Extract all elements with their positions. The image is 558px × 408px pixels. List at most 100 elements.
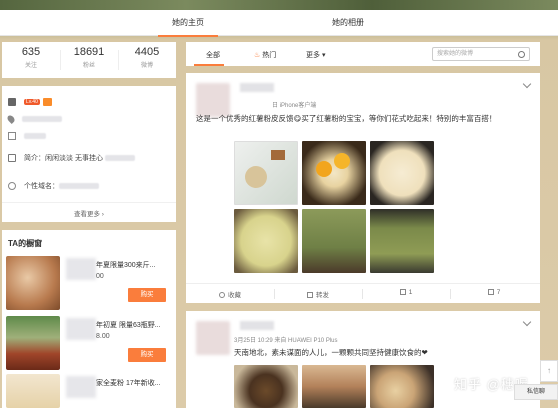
- post-image[interactable]: [234, 209, 298, 273]
- message-button[interactable]: 私信聊: [514, 384, 558, 400]
- shop-item[interactable]: 年夏限量300来斤... 00 购买: [6, 256, 172, 312]
- redacted-username[interactable]: [240, 321, 274, 330]
- chevron-down-icon[interactable]: [522, 79, 532, 89]
- level-badge[interactable]: Lv.40: [24, 99, 40, 105]
- post-image[interactable]: [234, 141, 298, 205]
- favorite-button[interactable]: 收藏: [186, 289, 274, 299]
- active-tab-indicator: [158, 35, 218, 37]
- scroll-to-top-button[interactable]: ↑: [540, 360, 558, 382]
- info-row-domain: 个性域名：: [8, 180, 99, 192]
- repost-label: 转发: [316, 292, 329, 299]
- cover-banner-strip: [0, 0, 558, 10]
- feed-tab-all[interactable]: 全部: [206, 50, 220, 60]
- post-actions: 收藏 转发 1 7: [186, 283, 540, 303]
- post-image[interactable]: [302, 209, 366, 273]
- tab-home[interactable]: 她的主页: [172, 17, 204, 28]
- like-button[interactable]: 7: [450, 289, 538, 296]
- redacted-text: [66, 258, 96, 280]
- intro-text: 闲闲淡淡 无事挂心: [45, 155, 103, 162]
- profile-tabbar: 她的主页 她的相册: [0, 10, 558, 37]
- stat-label: 关注: [24, 63, 37, 69]
- redacted-text: [66, 376, 96, 398]
- thumbs-up-icon: [487, 289, 494, 295]
- feed-tab-hot-label: 热门: [262, 52, 277, 59]
- search-placeholder: 搜索她的微博: [437, 51, 474, 57]
- buy-button[interactable]: 购买: [128, 348, 166, 362]
- link-icon: [8, 182, 16, 190]
- shop-item[interactable]: 家全麦粉 17年新收...: [6, 374, 172, 408]
- location-pin-icon: [6, 114, 16, 124]
- post-image[interactable]: [370, 365, 434, 408]
- product-name[interactable]: 年初夏 限量63瓶野...: [96, 320, 161, 330]
- like-count: 7: [496, 289, 501, 296]
- feed-tabbar: 全部 ♨ 热门 更多 ▾ 搜索她的微博: [186, 42, 540, 66]
- user-icon: [8, 98, 16, 106]
- divider: [2, 202, 176, 203]
- stat-following[interactable]: 635 关注: [2, 46, 60, 69]
- info-row-email: [8, 130, 46, 142]
- shop-item[interactable]: 年初夏 限量63瓶野... 8.00 购买: [6, 316, 172, 372]
- avatar[interactable]: [196, 83, 230, 117]
- repost-icon: [307, 292, 313, 298]
- feed-tab-hot[interactable]: ♨ 热门: [254, 50, 276, 60]
- shop-title: TA的橱窗: [8, 239, 43, 248]
- product-name[interactable]: 年夏限量300来斤...: [96, 260, 156, 270]
- stat-value: 635: [21, 46, 41, 58]
- redacted-text: [22, 116, 62, 122]
- document-icon: [8, 154, 16, 162]
- tab-album[interactable]: 她的相册: [332, 17, 364, 28]
- search-input[interactable]: 搜索她的微博: [432, 47, 530, 61]
- info-row-intro: 简介： 闲闲淡淡 无事挂心: [8, 152, 135, 164]
- post-meta[interactable]: 日 iPhone客户端: [272, 100, 316, 109]
- favorite-label: 收藏: [228, 292, 241, 299]
- stat-label: 微博: [140, 63, 153, 69]
- comment-button[interactable]: 1: [362, 289, 450, 296]
- active-feed-tab-indicator: [194, 64, 224, 66]
- repost-button[interactable]: 转发: [274, 289, 362, 299]
- post-card: 3月25日 10:29 来自 HUAWEI P10 Plus 天南地北，素未谋面…: [186, 311, 540, 408]
- fire-icon: ♨: [254, 52, 261, 59]
- post-meta[interactable]: 3月25日 10:29 来自 HUAWEI P10 Plus: [234, 335, 338, 344]
- stats-card: 635 关注 18691 粉丝 4405 微博: [2, 42, 176, 78]
- redacted-text: [104, 155, 135, 161]
- product-name[interactable]: 家全麦粉 17年新收...: [96, 378, 161, 388]
- shop-window-card: TA的橱窗 年夏限量300来斤... 00 购买 年初夏 限量63瓶野... 8…: [2, 230, 176, 408]
- stat-posts[interactable]: 4405 微博: [118, 46, 176, 69]
- info-row-level: Lv.40: [8, 96, 52, 108]
- intro-label: 简介：: [24, 155, 45, 162]
- post-image[interactable]: [234, 365, 298, 408]
- redacted-text: [66, 318, 96, 340]
- product-price: 8.00: [96, 333, 110, 340]
- product-thumbnail[interactable]: [6, 374, 60, 408]
- domain-label: 个性域名：: [24, 183, 59, 190]
- feed-tab-more[interactable]: 更多 ▾: [306, 50, 325, 60]
- post-image[interactable]: [302, 141, 366, 205]
- buy-button[interactable]: 购买: [128, 288, 166, 302]
- product-thumbnail[interactable]: [6, 256, 60, 310]
- comment-icon: [399, 289, 406, 295]
- star-icon: [219, 292, 225, 298]
- post-image[interactable]: [370, 141, 434, 205]
- stat-value: 18691: [73, 46, 105, 58]
- avatar[interactable]: [196, 321, 230, 355]
- product-thumbnail[interactable]: [6, 316, 60, 370]
- stat-label: 粉丝: [82, 63, 95, 69]
- post-image[interactable]: [370, 209, 434, 273]
- profile-info-card: Lv.40 简介： 闲闲淡淡 无事挂心 个性域名： 查看更多 ›: [2, 86, 176, 222]
- post-text: 天南地北，素未谋面的人儿，一颗颗共同坚持健康饮食的❤: [234, 348, 428, 357]
- mail-icon: [8, 132, 16, 140]
- stat-followers[interactable]: 18691 粉丝: [60, 46, 118, 69]
- redacted-username[interactable]: [240, 83, 274, 92]
- stat-value: 4405: [134, 46, 160, 58]
- info-row-location: [6, 113, 62, 125]
- post-image[interactable]: [302, 365, 366, 408]
- search-icon[interactable]: [518, 51, 525, 58]
- chevron-down-icon[interactable]: [522, 317, 532, 327]
- comment-count: 1: [408, 289, 413, 296]
- redacted-text: [24, 133, 46, 139]
- post-card: 日 iPhone客户端 这是一个优秀的红薯粉皮反馈😋买了红薯粉的宝宝，等你们花式…: [186, 73, 540, 303]
- product-price: 00: [96, 273, 104, 280]
- vip-badge-icon[interactable]: [42, 98, 52, 106]
- redacted-text: [59, 183, 99, 189]
- view-more-link[interactable]: 查看更多 ›: [2, 208, 176, 218]
